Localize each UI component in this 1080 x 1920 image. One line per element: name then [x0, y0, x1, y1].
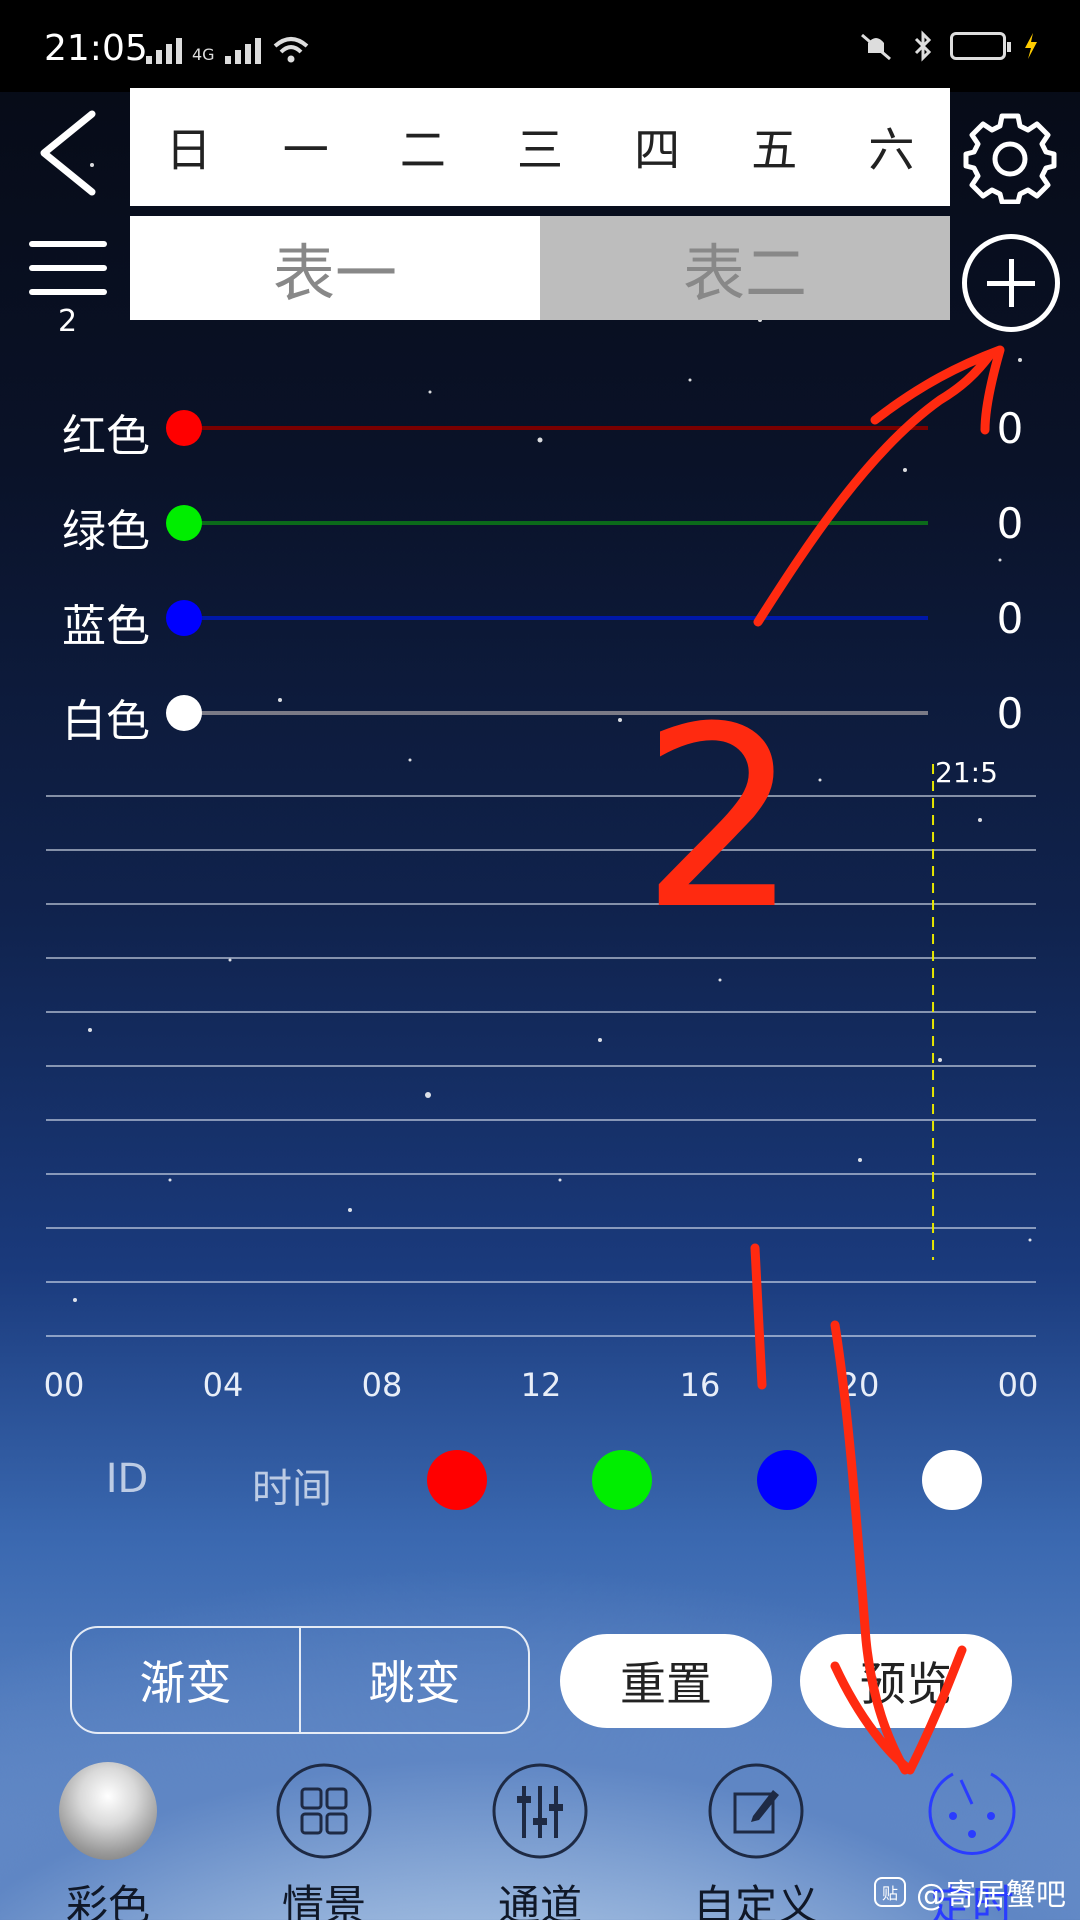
status-time: 21:05	[44, 28, 148, 69]
column-id-label: ID	[105, 1456, 149, 1502]
nav-item-custom[interactable]: 自定义	[656, 1756, 856, 1920]
day-sunday[interactable]: 日	[130, 114, 247, 180]
slider-red: 红色 0	[0, 400, 1080, 462]
nav-label-color: 彩色	[65, 1881, 150, 1920]
tab-table-2[interactable]: 表二	[540, 216, 950, 320]
nav-item-scene[interactable]: 情景	[224, 1756, 424, 1920]
timeline-x-axis: 00 04 08 12 16 20 00	[0, 1366, 1080, 1410]
edit-pencil-icon	[707, 1762, 805, 1860]
column-white-dot	[922, 1450, 982, 1510]
back-arrow-button[interactable]	[30, 108, 110, 198]
slider-value-red: 0	[996, 404, 1024, 453]
nav-item-channel[interactable]: 通道	[440, 1756, 640, 1920]
nav-label-scene: 情景	[281, 1881, 366, 1920]
timeline-gridlines	[46, 795, 1036, 1337]
add-plus-icon[interactable]	[962, 234, 1060, 332]
column-green-dot	[592, 1450, 652, 1510]
menu-count-badge: 2	[58, 304, 78, 339]
slider-value-blue: 0	[996, 594, 1024, 643]
slider-value-green: 0	[996, 499, 1024, 548]
reset-button[interactable]: 重置	[560, 1634, 772, 1728]
column-blue-dot	[757, 1450, 817, 1510]
timer-clock-icon	[923, 1762, 1021, 1860]
slider-value-white: 0	[996, 689, 1024, 738]
slider-label-blue: 蓝色	[62, 601, 150, 652]
day-thursday[interactable]: 四	[599, 114, 716, 180]
weekday-selector: 日 一 二 三 四 五 六	[130, 88, 950, 206]
slider-green: 绿色 0	[0, 495, 1080, 557]
table-tabs: 表一 表二	[130, 216, 950, 320]
watermark-badge: 贴	[874, 1877, 906, 1907]
x-tick-label: 16	[679, 1366, 721, 1404]
column-red-dot	[427, 1450, 487, 1510]
slider-label-red: 红色	[62, 411, 150, 462]
day-wednesday[interactable]: 三	[481, 114, 598, 180]
schedule-column-header: ID 时间	[0, 1448, 1080, 1514]
slider-knob-white[interactable]	[166, 695, 202, 731]
tab-table-1[interactable]: 表一	[130, 216, 540, 320]
status-bar: 21:05 4G	[0, 0, 1080, 92]
x-tick-label: 00	[997, 1366, 1039, 1404]
nav-label-channel: 通道	[497, 1881, 582, 1920]
charging-icon	[1025, 33, 1037, 59]
slider-knob-red[interactable]	[166, 410, 202, 446]
wifi-icon	[273, 37, 308, 63]
x-tick-label: 20	[838, 1366, 880, 1404]
slider-track-white[interactable]	[184, 711, 928, 715]
slider-label-green: 绿色	[62, 506, 150, 557]
status-signal-group: 4G	[146, 34, 311, 64]
x-tick-label: 04	[202, 1366, 244, 1404]
slider-track-blue[interactable]	[184, 616, 928, 620]
timeline-chart[interactable]: 21:5	[0, 740, 1080, 1360]
slider-track-green[interactable]	[184, 521, 928, 525]
gear-icon[interactable]	[962, 108, 1058, 204]
bluetooth-icon	[914, 30, 932, 62]
menu-icon[interactable]	[28, 236, 108, 306]
slider-blue: 蓝色 0	[0, 590, 1080, 652]
slider-knob-green[interactable]	[166, 505, 202, 541]
column-time-label: 时间	[252, 1466, 332, 1512]
day-monday[interactable]: 一	[247, 114, 364, 180]
watermark: 贴 @寄居蟹吧	[874, 1870, 1066, 1914]
status-right-group	[856, 30, 1040, 62]
watermark-text: @寄居蟹吧	[916, 1878, 1066, 1913]
day-tuesday[interactable]: 二	[364, 114, 481, 180]
gradual-mode-button[interactable]: 渐变	[72, 1628, 299, 1732]
slider-knob-blue[interactable]	[166, 600, 202, 636]
network-type-label: 4G	[192, 45, 215, 64]
day-friday[interactable]: 五	[716, 114, 833, 180]
day-saturday[interactable]: 六	[833, 114, 950, 180]
current-time-label: 21:5	[935, 756, 998, 789]
color-disc-icon	[59, 1762, 157, 1860]
signal-bars-icon-2	[224, 34, 261, 64]
jump-mode-button[interactable]: 跳变	[299, 1628, 528, 1732]
signal-bars-icon	[146, 34, 182, 64]
slider-track-red[interactable]	[184, 426, 928, 430]
nav-label-custom: 自定义	[692, 1881, 819, 1920]
slider-white: 白色 0	[0, 685, 1080, 747]
battery-icon	[950, 32, 1011, 60]
nav-item-color[interactable]: 彩色	[8, 1756, 208, 1920]
x-tick-label: 08	[361, 1366, 403, 1404]
transition-mode-toggle: 渐变 跳变	[70, 1626, 530, 1734]
x-tick-label: 00	[43, 1366, 85, 1404]
x-tick-label: 12	[520, 1366, 562, 1404]
sliders-icon	[491, 1762, 589, 1860]
grid-icon	[275, 1762, 373, 1860]
preview-button[interactable]: 预览	[800, 1634, 1012, 1728]
mute-bell-icon	[861, 33, 891, 61]
annotation-arrow-up	[753, 350, 995, 627]
